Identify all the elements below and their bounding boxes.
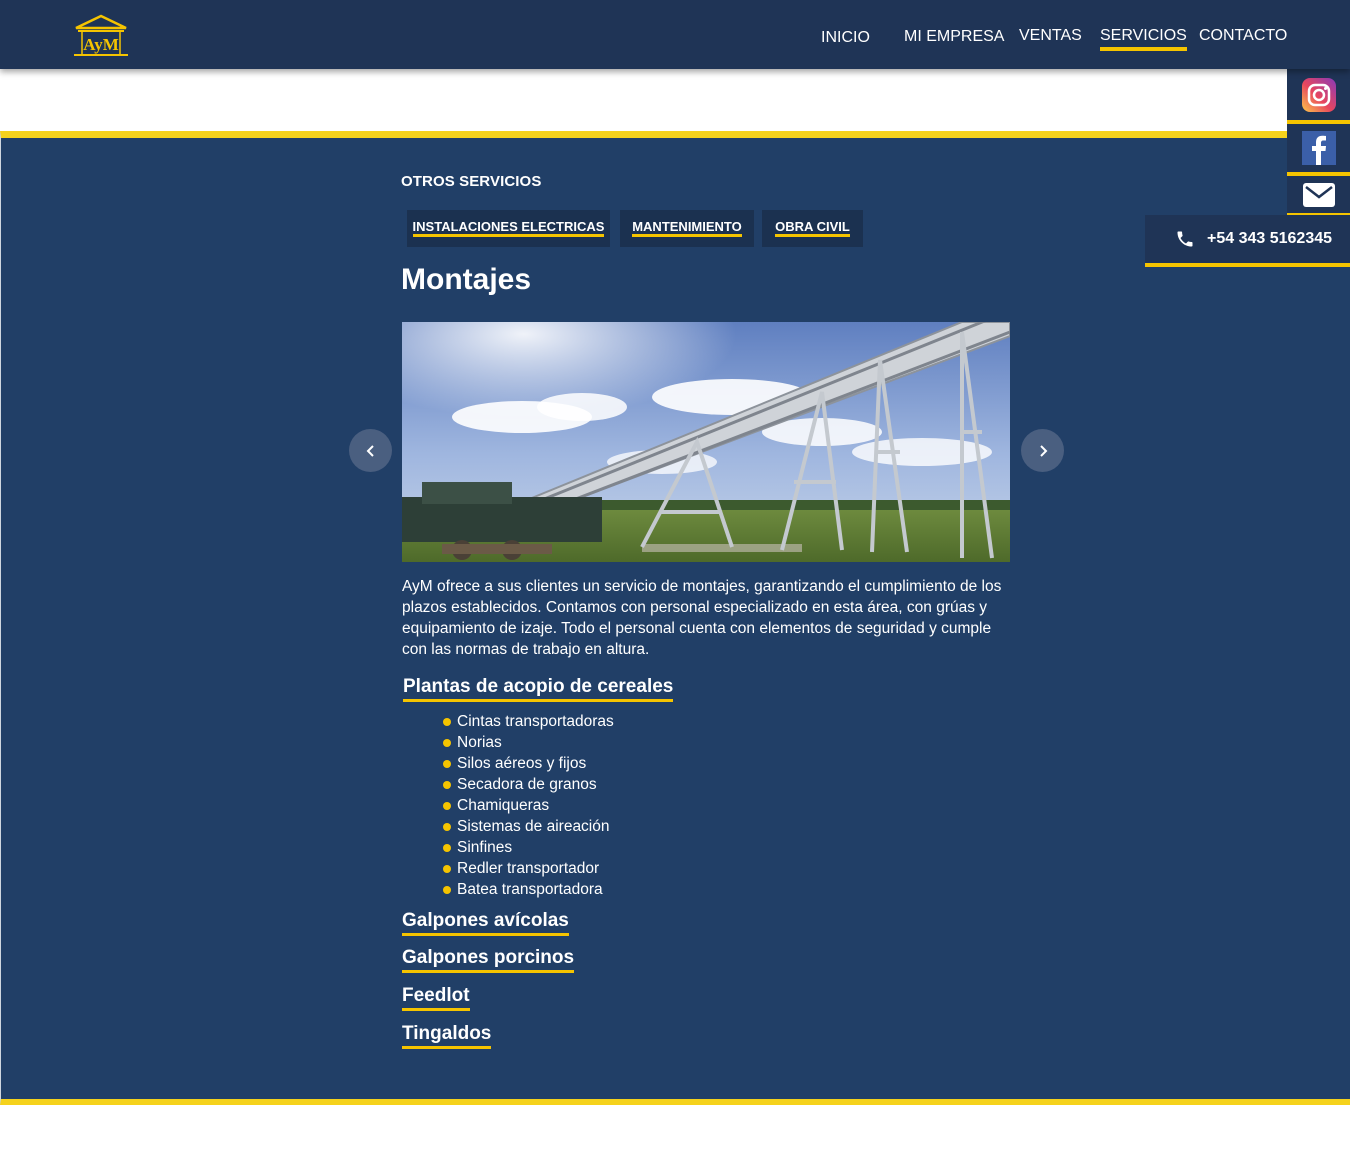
category-galpones-avicolas[interactable]: Galpones avícolas	[402, 910, 569, 936]
chevron-right-icon	[1039, 444, 1047, 457]
nav-ventas[interactable]: VENTAS	[1019, 26, 1082, 46]
tab-label: INSTALACIONES ELECTRICAS	[412, 220, 605, 237]
logo-text: AyM	[83, 35, 119, 54]
page-title: Montajes	[401, 263, 532, 296]
montajes-photo	[402, 322, 1010, 562]
bullet-icon	[443, 801, 451, 810]
list-item-label: Batea transportadora	[457, 881, 603, 898]
carousel-next-button[interactable]	[1021, 429, 1064, 472]
list-item-label: Norias	[457, 734, 502, 751]
list-item: Batea transportadora	[443, 879, 614, 900]
list-item-label: Secadora de granos	[457, 776, 597, 793]
list-item: Chamiqueras	[443, 795, 614, 816]
list-item: Cintas transportadoras	[443, 711, 614, 732]
nav-contacto[interactable]: CONTACTO	[1199, 26, 1287, 46]
nav-mi-empresa[interactable]: MI EMPRESA	[904, 27, 1004, 47]
tab-label: MANTENIMIENTO	[632, 220, 742, 237]
service-description: AyM ofrece a sus clientes un servicio de…	[402, 578, 1002, 658]
nav-inicio[interactable]: INICIO	[821, 28, 870, 48]
list-item-label: Redler transportador	[457, 860, 600, 877]
instagram-icon	[1301, 77, 1336, 112]
instagram-link[interactable]	[1287, 69, 1350, 124]
facebook-link[interactable]	[1287, 124, 1350, 176]
tab-mantenimiento[interactable]: MANTENIMIENTO	[620, 210, 754, 247]
aym-logo[interactable]: AyM	[72, 14, 130, 58]
category-plantas-acopio[interactable]: Plantas de acopio de cereales	[403, 676, 674, 702]
mail-link[interactable]	[1287, 176, 1350, 217]
category-galpones-porcinos[interactable]: Galpones porcinos	[402, 947, 575, 973]
category-feedlot[interactable]: Feedlot	[402, 985, 470, 1011]
category-tingaldos[interactable]: Tingaldos	[402, 1023, 492, 1049]
list-item-label: Silos aéreos y fijos	[457, 755, 587, 772]
facebook-icon	[1301, 131, 1336, 165]
tab-obra-civil[interactable]: OBRA CIVIL	[762, 210, 863, 247]
chevron-left-icon	[366, 444, 374, 457]
tab-instalaciones-electricas[interactable]: INSTALACIONES ELECTRICAS	[407, 210, 610, 247]
list-item-label: Sinfines	[457, 839, 513, 856]
phone-number: +54 343 5162345	[1207, 230, 1333, 247]
bullet-icon	[443, 717, 451, 726]
list-item: Redler transportador	[443, 858, 614, 879]
tab-label: OBRA CIVIL	[775, 220, 850, 237]
bullet-icon	[443, 759, 451, 768]
image-carousel	[402, 322, 1010, 562]
site-header: AyM INICIO MI EMPRESA VENTAS SERVICIOS C…	[0, 0, 1350, 69]
mail-icon	[1302, 182, 1335, 207]
list-item: Secadora de granos	[443, 774, 614, 795]
phone-icon	[1177, 231, 1193, 247]
list-item: Sistemas de aireación	[443, 816, 614, 837]
list-item-label: Chamiqueras	[457, 797, 550, 814]
section-title: OTROS SERVICIOS	[401, 173, 542, 190]
bullet-icon	[443, 864, 451, 873]
bullet-icon	[443, 822, 451, 831]
bullet-icon	[443, 780, 451, 789]
bullet-icon	[443, 843, 451, 852]
bullet-icon	[443, 885, 451, 894]
nav-servicios[interactable]: SERVICIOS	[1100, 26, 1187, 51]
carousel-prev-button[interactable]	[349, 429, 392, 472]
list-item: Norias	[443, 732, 614, 753]
plantas-acopio-list: Cintas transportadoras Norias Silos aére…	[443, 711, 614, 900]
list-item: Silos aéreos y fijos	[443, 753, 614, 774]
phone-contact[interactable]: +54 343 5162345	[1145, 215, 1350, 267]
list-item-label: Sistemas de aireación	[457, 818, 610, 835]
bullet-icon	[443, 738, 451, 747]
list-item: Sinfines	[443, 837, 614, 858]
list-item-label: Cintas transportadoras	[457, 713, 614, 730]
